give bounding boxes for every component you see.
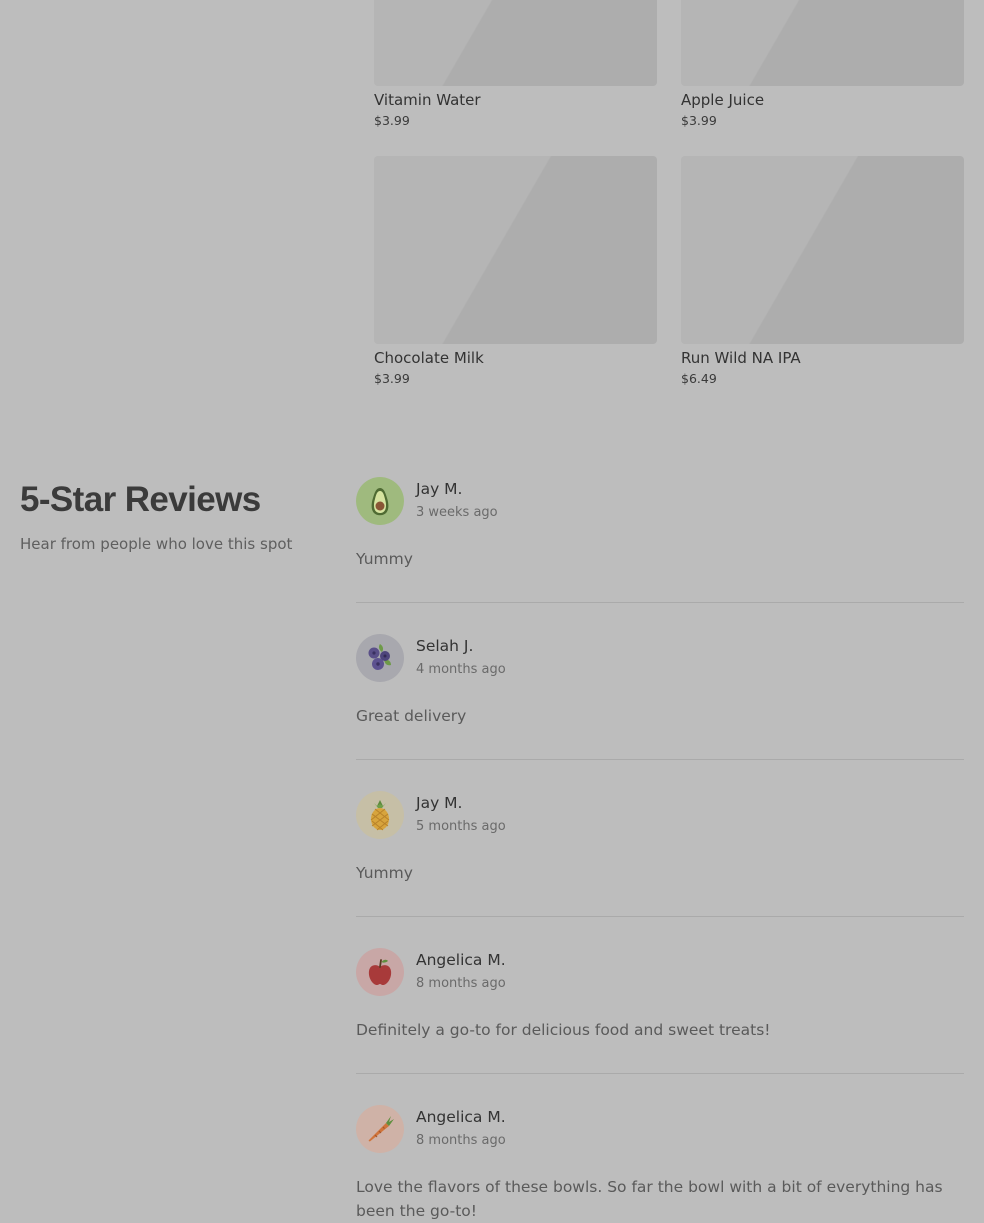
reviewer-name: Selah J. [416,637,474,655]
product-card-apple-juice[interactable]: Apple Juice $3.99 [681,0,964,129]
product-price: $3.99 [374,371,410,386]
product-card-vitamin-water[interactable]: Vitamin Water $3.99 [374,0,657,129]
review-text: Yummy [356,550,413,568]
review-text: Love the flavors of these bowls. So far … [356,1178,943,1220]
review-divider [356,602,964,603]
reviewer-name: Jay M. [416,794,463,812]
product-image[interactable] [681,156,964,344]
product-price: $3.99 [374,113,410,128]
pineapple-icon [356,791,404,839]
reviewer-name: Angelica M. [416,951,506,969]
product-card-run-wild-na-ipa[interactable]: Run Wild NA IPA $6.49 [681,156,964,387]
review-divider [356,1073,964,1074]
review-divider [356,916,964,917]
blueberries-icon [356,634,404,682]
product-image[interactable] [374,156,657,344]
reviews-subtitle: Hear from people who love this spot [20,535,293,553]
product-name: Chocolate Milk [374,349,484,367]
review-text: Great delivery [356,707,467,725]
product-image[interactable] [681,0,964,86]
avocado-icon [356,477,404,525]
reviews-heading: 5-Star Reviews Hear from people who love… [20,478,340,554]
product-price: $3.99 [681,113,717,128]
product-name: Vitamin Water [374,91,481,109]
product-name: Run Wild NA IPA [681,349,801,367]
review-date: 8 months ago [416,1133,506,1148]
carrot-icon [356,1105,404,1153]
review-text: Yummy [356,864,413,882]
product-image[interactable] [374,0,657,86]
review-date: 4 months ago [416,662,506,677]
review-date: 8 months ago [416,976,506,991]
product-name: Apple Juice [681,91,765,109]
reviewer-name: Jay M. [416,480,463,498]
review-text: Definitely a go-to for delicious food an… [356,1021,771,1039]
review-date: 3 weeks ago [416,505,498,520]
apple-icon [356,948,404,996]
product-price: $6.49 [681,371,717,386]
review-date: 5 months ago [416,819,506,834]
reviews-title: 5-Star Reviews [20,480,261,519]
reviewer-name: Angelica M. [416,1108,506,1126]
review-divider [356,759,964,760]
product-card-chocolate-milk[interactable]: Chocolate Milk $3.99 [374,156,657,387]
